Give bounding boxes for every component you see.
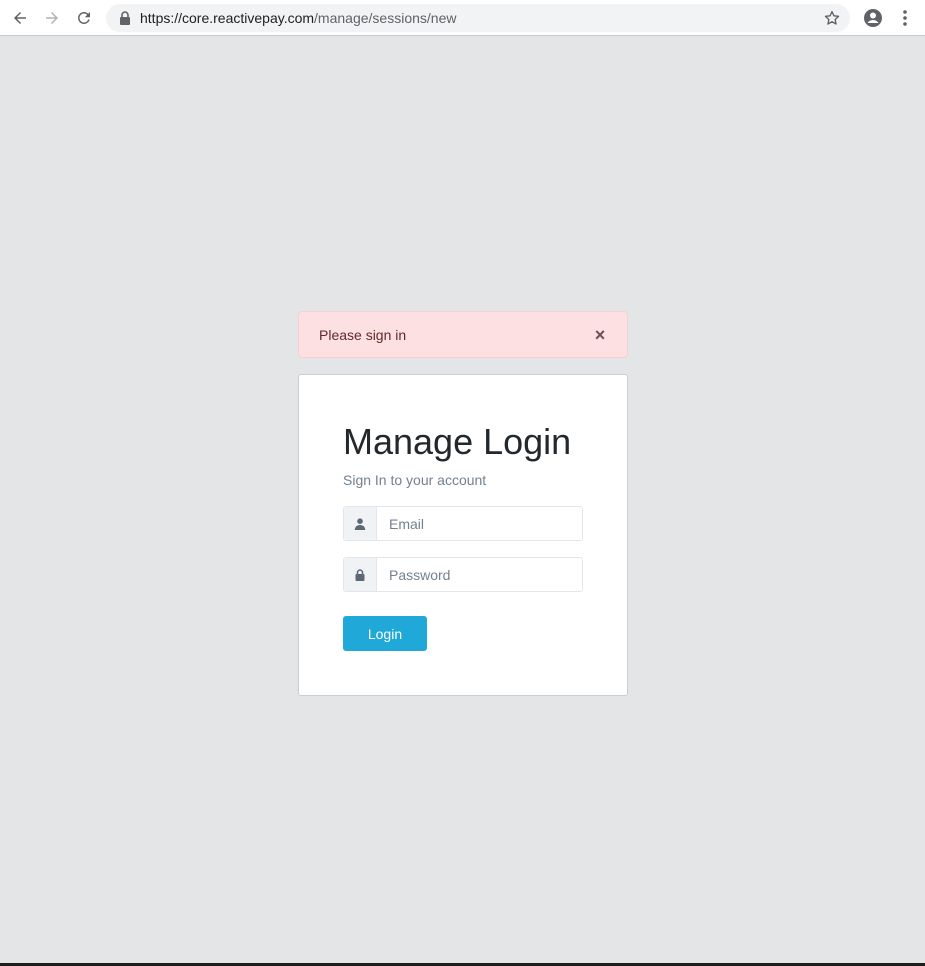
reload-icon xyxy=(77,11,90,24)
more-menu-icon[interactable] xyxy=(897,8,913,28)
forward-button[interactable] xyxy=(42,8,62,28)
page-title: Manage Login xyxy=(343,421,572,462)
password-input-group xyxy=(343,557,583,592)
login-card: Manage Login Sign In to your account Log… xyxy=(298,374,628,696)
alert-close-button[interactable]: × xyxy=(593,326,607,344)
back-button[interactable] xyxy=(10,8,30,28)
reload-button[interactable] xyxy=(74,8,94,28)
arrow-right-icon xyxy=(46,12,58,24)
login-button[interactable]: Login xyxy=(343,616,427,651)
email-field[interactable] xyxy=(377,507,582,540)
email-input-group xyxy=(343,506,583,541)
password-field[interactable] xyxy=(377,558,582,591)
profile-icon[interactable] xyxy=(863,8,883,28)
password-addon xyxy=(344,558,377,591)
browser-toolbar: https://core.reactivepay.com/manage/sess… xyxy=(0,0,925,36)
url-path: /manage/sessions/new xyxy=(314,10,457,26)
address-bar[interactable]: https://core.reactivepay.com/manage/sess… xyxy=(106,4,850,32)
lock-icon xyxy=(355,568,365,581)
bookmark-star-icon[interactable] xyxy=(823,9,841,27)
sign-in-alert: Please sign in × xyxy=(298,311,628,358)
arrow-left-icon xyxy=(14,12,26,24)
user-icon xyxy=(354,517,366,530)
email-addon xyxy=(344,507,377,540)
lock-icon xyxy=(120,11,130,25)
url-text: https://core.reactivepay.com/manage/sess… xyxy=(140,10,456,26)
subtitle: Sign In to your account xyxy=(343,472,487,488)
alert-message: Please sign in xyxy=(319,327,407,343)
url-host: https://core.reactivepay.com xyxy=(140,10,315,26)
